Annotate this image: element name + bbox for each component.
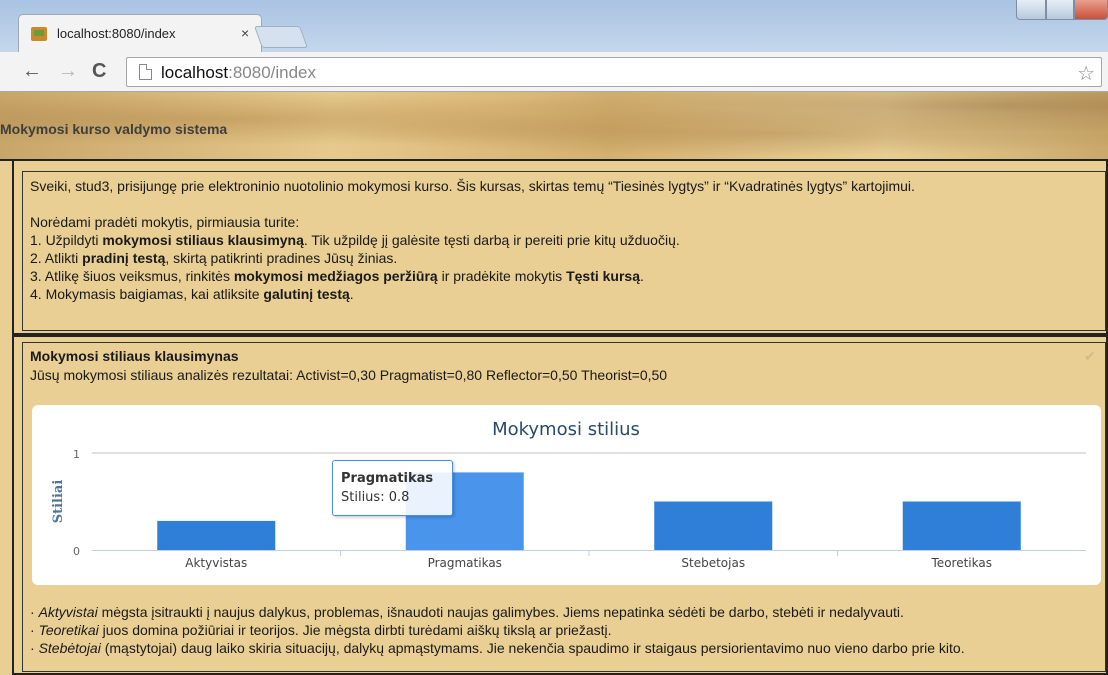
minimize-button[interactable]	[1016, 0, 1046, 20]
x-tick-label: Pragmatikas	[428, 556, 502, 570]
bar-aktyvistas	[157, 520, 276, 550]
url-host: localhost	[161, 63, 229, 82]
chart-title: Mokymosi stilius	[492, 419, 640, 440]
check-icon: ✔	[1084, 348, 1096, 364]
site-title: Mokymosi kurso valdymo sistema	[0, 121, 228, 137]
tab-title: localhost:8080/index	[57, 26, 176, 41]
site-header: Mokymosi kurso valdymo sistema	[0, 92, 1108, 160]
page-icon	[139, 64, 152, 80]
description-theorists: · Teoretikai juos domina požiūriai ir te…	[30, 622, 612, 638]
intro-lead: Norėdami pradėti mokytis, pirmiausia tur…	[30, 214, 300, 230]
browser-tab[interactable]: localhost:8080/index ×	[18, 14, 262, 52]
term-activists: Aktyvistai	[38, 604, 98, 620]
tab-strip: localhost:8080/index ×	[0, 0, 1108, 52]
bookmark-star-icon[interactable]: ☆	[1077, 61, 1095, 86]
address-bar[interactable]: localhost:8080/index ☆	[126, 57, 1102, 87]
learning-style-chart: Mokymosi stilius 0 1 Stiliai Aktyvistas Pragm…	[32, 405, 1101, 585]
y-axis-label: Stiliai	[51, 480, 66, 524]
material-review-link[interactable]: mokymosi medžiagos peržiūrą	[234, 268, 438, 284]
welcome-text: Sveiki, stud3, prisijungę prie elektroni…	[30, 178, 915, 194]
x-tick-label: Teoretikas	[931, 556, 992, 570]
chart-svg: Mokymosi stilius 0 1 Stiliai Aktyvistas Pragm…	[51, 419, 1086, 570]
description-reflectors: · Stebėtojai (mąstytojai) daug laiko ski…	[30, 640, 965, 656]
initial-test-link[interactable]: pradinį testą	[82, 250, 165, 266]
bar-stebetojas	[654, 501, 773, 550]
term-theorists: Teoretikai	[38, 622, 99, 638]
maximize-button[interactable]	[1046, 0, 1074, 20]
tooltip-value: Stilius: 0.8	[341, 490, 410, 505]
chart-tooltip: Pragmatikas Stilius: 0.8	[332, 460, 453, 516]
new-tab-button[interactable]	[253, 26, 309, 48]
x-tick-label: Stebetojas	[681, 556, 745, 570]
browser-chrome: localhost:8080/index × ← → C localhost:8…	[0, 0, 1108, 92]
bar-teoretikas	[902, 501, 1021, 550]
x-tick-label: Aktyvistas	[185, 556, 247, 570]
back-arrow-icon[interactable]: ←	[22, 61, 42, 81]
window-controls	[1010, 0, 1108, 22]
favicon-icon	[31, 27, 47, 41]
step-3: 3. Atlikę šiuos veiksmus, rinkitės mokym…	[30, 268, 644, 284]
y-tick-label: 0	[73, 545, 80, 558]
url-port-path: :8080/index	[228, 63, 317, 82]
final-test-link[interactable]: galutinį testą	[263, 286, 349, 302]
reload-icon[interactable]: C	[92, 61, 106, 81]
step-1: 1. Užpildyti mokymosi stiliaus klausimyn…	[30, 232, 680, 248]
close-window-button[interactable]	[1074, 0, 1108, 20]
step-4: 4. Mokymasis baigiamas, kai atliksite ga…	[30, 286, 354, 302]
url-text: localhost:8080/index	[161, 63, 316, 83]
forward-arrow-icon[interactable]: →	[58, 61, 78, 81]
continue-course-link[interactable]: Tęsti kursą	[566, 268, 640, 284]
questionnaire-results: Jūsų mokymosi stiliaus analizės rezultat…	[30, 367, 668, 383]
tooltip-title: Pragmatikas	[341, 471, 434, 486]
step-2: 2. Atlikti pradinį testą, skirtą patikri…	[30, 250, 398, 266]
term-reflectors: Stebėtojai	[38, 640, 101, 656]
tab-close-icon[interactable]: ×	[241, 25, 249, 41]
y-tick-label: 1	[73, 448, 80, 461]
questionnaire-link[interactable]: mokymosi stiliaus klausimyną	[102, 232, 304, 248]
description-activists: · Aktyvistai mėgsta įsitraukti į naujus …	[30, 604, 904, 620]
browser-toolbar: ← → C localhost:8080/index ☆	[0, 52, 1108, 92]
questionnaire-title: Mokymosi stiliaus klausimynas	[30, 348, 239, 364]
